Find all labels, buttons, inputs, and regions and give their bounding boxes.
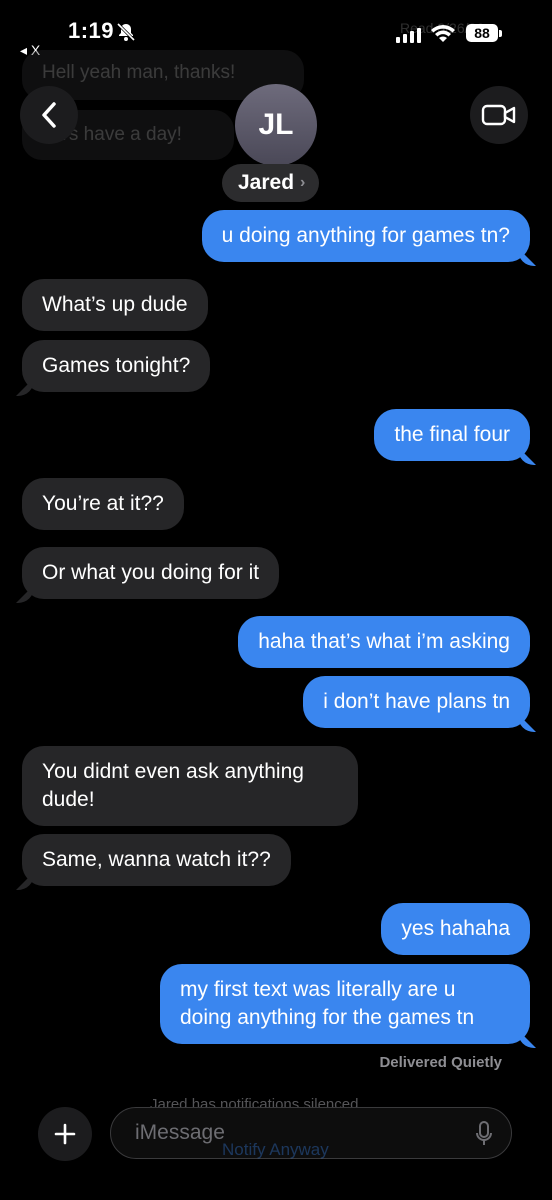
bubble-tail [518,248,536,266]
message-text: the final four [394,423,510,446]
message-bubble-outgoing[interactable]: i don’t have plans tn [303,676,536,732]
message-text: Games tonight? [42,354,191,377]
plus-icon [54,1123,76,1145]
bubble-tail [518,1030,536,1048]
bubble-tail [16,585,34,603]
contact-name: Jared [238,171,295,194]
message-bubble-incoming[interactable]: What’s up dude [22,279,208,331]
back-button[interactable] [20,86,78,144]
microphone-icon[interactable] [474,1120,494,1148]
video-call-button[interactable] [470,86,528,144]
notify-anyway-link[interactable]: Notify Anyway [222,1140,329,1160]
read-receipt: Read 3/26/26 [400,20,485,36]
message-text: my first text was literally are u doing … [180,978,475,1029]
apps-plus-button[interactable] [38,1107,92,1161]
message-text: Same, wanna watch it?? [42,848,271,871]
message-text: haha that’s what i’m asking [258,630,510,653]
message-text: Or what you doing for it [42,561,260,584]
bubble-tail [518,714,536,732]
message-text: yes hahaha [401,917,510,940]
message-bubble-outgoing[interactable]: the final four [374,409,536,465]
message-bubble-incoming[interactable]: You’re at it?? [22,478,184,530]
message-text: You’re at it?? [42,492,164,515]
message-text: u doing anything for games tn? [221,224,510,247]
message-bubble-incoming[interactable]: You didnt even ask anything dude! [22,746,358,826]
message-bubble-outgoing[interactable]: yes hahaha [381,903,530,955]
contact-avatar[interactable]: JL [235,84,317,166]
message-bubble-incoming[interactable]: Same, wanna watch it?? [16,834,291,890]
message-bubble-incoming[interactable]: Games tonight? [16,340,211,396]
message-text: What’s up dude [42,293,188,316]
chevron-right-icon: › [300,174,306,191]
battery-nub [499,30,502,37]
message-bubble-incoming[interactable]: Or what you doing for it [16,547,280,603]
status-time: 1:19 [68,18,115,43]
contact-name-button[interactable]: Jared › [222,164,320,202]
bubble-tail [518,447,536,465]
bell-slash-icon [116,22,136,42]
video-camera-icon [481,104,516,126]
avatar-initials: JL [258,108,294,141]
ghost-message: Hell yeah man, thanks! [42,62,236,83]
ghost-message: t's have a day! [60,124,182,145]
message-bubble-outgoing[interactable]: my first text was literally are u doing … [160,964,536,1048]
message-bubble-outgoing[interactable]: haha that’s what i’m asking [238,616,530,668]
message-bubble-outgoing[interactable]: u doing anything for games tn? [201,210,536,266]
delivery-status: Delivered Quietly [379,1054,502,1071]
bubble-tail [16,872,34,890]
chevron-left-icon [42,102,56,128]
message-text: i don’t have plans tn [323,690,510,713]
message-text: You didnt even ask anything dude! [42,760,304,811]
bubble-tail [16,378,34,396]
